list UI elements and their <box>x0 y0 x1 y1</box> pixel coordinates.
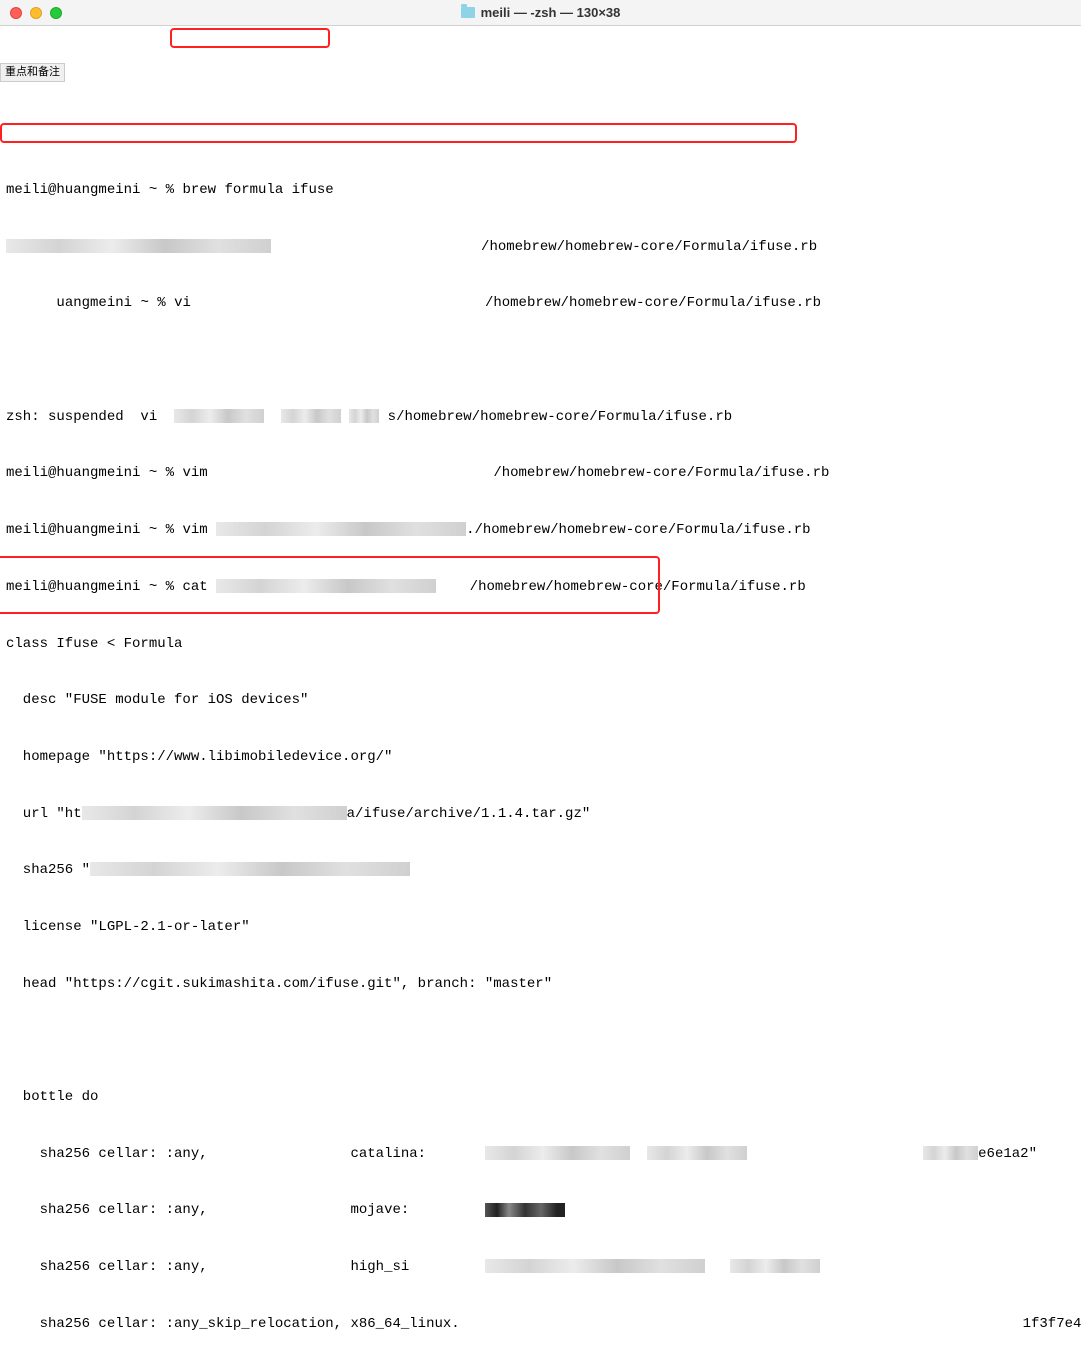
annotation-label: 重点和备注 <box>0 63 65 82</box>
traffic-lights <box>0 7 62 19</box>
output-path: /homebrew/homebrew-core/Formula/ifuse.rb <box>481 239 817 255</box>
minimize-button[interactable] <box>30 7 42 19</box>
license-line: license "LGPL-2.1-or-later" <box>6 918 1075 937</box>
terminal-content[interactable]: 重点和备注 meili@huangmeini ~ % brew formula … <box>0 26 1081 1370</box>
maximize-button[interactable] <box>50 7 62 19</box>
prompt: meili@huangmeini <box>6 182 140 198</box>
folder-icon <box>461 7 475 18</box>
desc-line: desc "FUSE module for iOS devices" <box>6 691 1075 710</box>
homepage-line: homepage "https://www.libimobiledevice.o… <box>6 748 1075 767</box>
class-line: class Ifuse < Formula <box>6 635 1075 654</box>
close-button[interactable] <box>10 7 22 19</box>
cmd-vi: vi <box>174 295 191 311</box>
window-title: meili — -zsh — 130×38 <box>0 4 1081 22</box>
head-line: head "https://cgit.sukimashita.com/ifuse… <box>6 975 1075 994</box>
highlight-box-command <box>170 28 330 48</box>
bottle-do: bottle do <box>6 1088 1075 1107</box>
cmd-vim: vim <box>182 465 207 481</box>
zsh-suspended: zsh: suspended vi <box>6 409 157 425</box>
cmd-brew: brew formula ifuse <box>182 182 333 198</box>
highlight-box-vim-line <box>0 123 797 143</box>
window-titlebar: meili — -zsh — 130×38 <box>0 0 1081 26</box>
cmd-cat: cat <box>182 579 207 595</box>
window-title-text: meili — -zsh — 130×38 <box>481 4 621 22</box>
prompt-alt: uangmeini <box>56 295 132 311</box>
